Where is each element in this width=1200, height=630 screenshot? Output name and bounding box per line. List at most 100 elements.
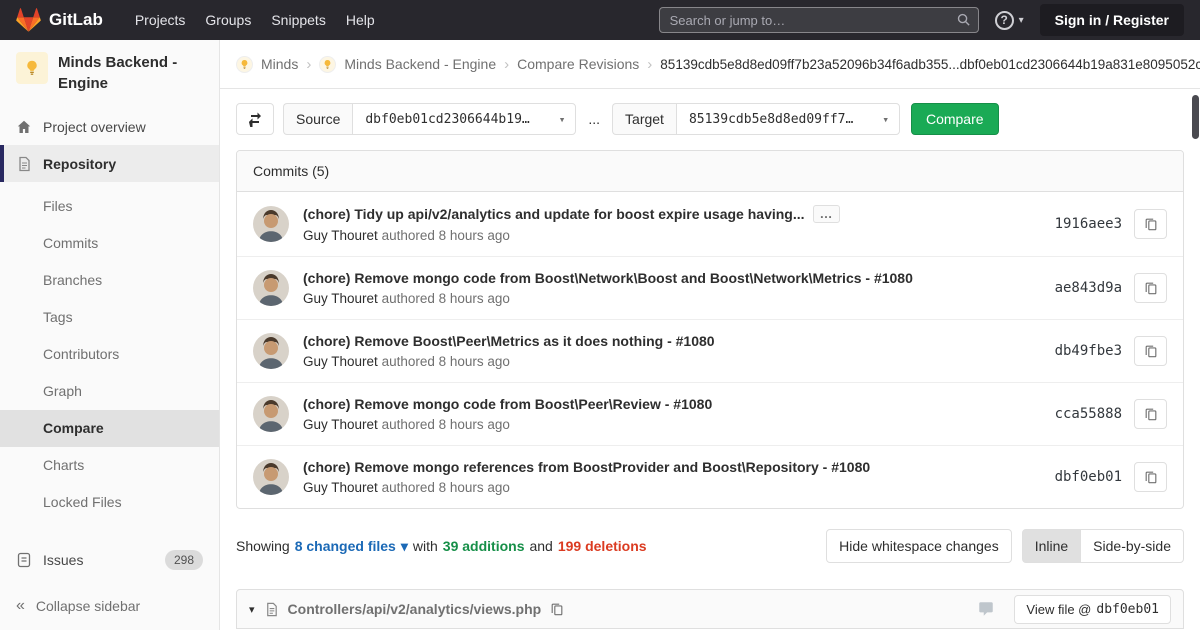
commits-panel: Commits (5) (chore) Tidy up api/v2/analy…: [236, 150, 1184, 509]
commit-row: (chore) Remove mongo code from Boost\Pee…: [237, 383, 1183, 446]
commit-title-link[interactable]: (chore) Remove mongo code from Boost\Net…: [303, 270, 913, 286]
file-path-link[interactable]: Controllers/api/v2/analytics/views.php: [288, 601, 542, 617]
collapse-sidebar-button[interactable]: « Collapse sidebar: [0, 582, 219, 630]
copy-sha-button[interactable]: [1134, 273, 1167, 303]
avatar[interactable]: [253, 206, 289, 242]
view-file-sha: dbf0eb01: [1096, 602, 1159, 617]
view-file-button[interactable]: View file @ dbf0eb01: [1014, 595, 1171, 624]
chevron-down-icon: ▾: [1019, 15, 1024, 26]
sidebar-item-files[interactable]: Files: [0, 188, 219, 225]
scrollbar-thumb[interactable]: [1192, 95, 1199, 139]
sidebar-item-contributors[interactable]: Contributors: [0, 336, 219, 373]
side-by-side-view-button[interactable]: Side-by-side: [1080, 529, 1184, 563]
project-sidebar: Minds Backend - Engine Project overview …: [0, 40, 220, 630]
collapse-diff-caret-icon[interactable]: ▾: [249, 603, 255, 616]
compare-button[interactable]: Compare: [911, 103, 999, 135]
source-value: dbf0eb01cd2306644b19…: [365, 112, 529, 127]
commit-expand-button[interactable]: …: [813, 205, 840, 223]
breadcrumb-compare-link[interactable]: Compare Revisions: [517, 56, 639, 72]
commit-title-link[interactable]: (chore) Remove Boost\Peer\Metrics as it …: [303, 333, 715, 349]
toggle-comments-button[interactable]: [977, 600, 995, 618]
changed-files-dropdown[interactable]: 8 changed files ▾: [295, 538, 408, 555]
sidebar-item-repository[interactable]: Repository: [0, 145, 219, 182]
view-file-label: View file @: [1026, 602, 1091, 617]
commit-title-link[interactable]: (chore) Remove mongo code from Boost\Pee…: [303, 396, 712, 412]
breadcrumb: Minds › Minds Backend - Engine › Compare…: [220, 40, 1200, 89]
copy-file-path-button[interactable]: [550, 602, 564, 616]
target-field-group: Target 85139cdb5e8d8ed09ff7… ▾: [612, 103, 900, 135]
compare-form: Source dbf0eb01cd2306644b19… ▾ ... Targe…: [236, 103, 1184, 135]
breadcrumb-group-link[interactable]: Minds: [261, 56, 298, 72]
target-dropdown[interactable]: 85139cdb5e8d8ed09ff7… ▾: [676, 103, 900, 135]
search-input[interactable]: [659, 7, 979, 33]
global-search: [659, 7, 979, 33]
breadcrumb-separator-icon: ›: [504, 56, 509, 73]
commit-row: (chore) Remove Boost\Peer\Metrics as it …: [237, 320, 1183, 383]
breadcrumb-project-link[interactable]: Minds Backend - Engine: [344, 56, 496, 72]
copy-sha-button[interactable]: [1134, 209, 1167, 239]
copy-icon: [1144, 217, 1158, 231]
source-dropdown[interactable]: dbf0eb01cd2306644b19… ▾: [352, 103, 576, 135]
sidebar-item-tags[interactable]: Tags: [0, 299, 219, 336]
gitlab-home-link[interactable]: GitLab: [16, 8, 103, 33]
sidebar-item-graph[interactable]: Graph: [0, 373, 219, 410]
commit-meta: Guy Thouret authored 8 hours ago: [303, 417, 1039, 432]
copy-sha-button[interactable]: [1134, 462, 1167, 492]
commit-meta-text: authored 8 hours ago: [382, 291, 510, 306]
nav-link-help[interactable]: Help: [336, 0, 385, 40]
nav-link-projects[interactable]: Projects: [125, 0, 196, 40]
commit-sha-link[interactable]: db49fbe3: [1055, 343, 1122, 359]
commit-author-link[interactable]: Guy Thouret: [303, 291, 378, 306]
sidebar-item-branches[interactable]: Branches: [0, 262, 219, 299]
sidebar-item-compare[interactable]: Compare: [0, 410, 219, 447]
issues-count-badge: 298: [165, 550, 203, 570]
diff-mode-toggle: Inline Side-by-side: [1022, 529, 1184, 563]
comment-icon: [977, 600, 995, 618]
collapse-label: Collapse sidebar: [36, 598, 140, 614]
chevron-down-icon: ▾: [882, 113, 889, 126]
avatar[interactable]: [253, 459, 289, 495]
hide-whitespace-button[interactable]: Hide whitespace changes: [826, 529, 1012, 563]
commit-sha-link[interactable]: ae843d9a: [1055, 280, 1122, 296]
breadcrumb-separator-icon: ›: [306, 56, 311, 73]
deletions-count: 199 deletions: [558, 538, 647, 554]
commit-sha-link[interactable]: 1916aee3: [1055, 216, 1122, 232]
home-icon: [16, 119, 32, 135]
sidebar-item-project-overview[interactable]: Project overview: [0, 108, 219, 145]
avatar[interactable]: [253, 270, 289, 306]
sidebar-item-commits[interactable]: Commits: [0, 225, 219, 262]
commit-author-link[interactable]: Guy Thouret: [303, 354, 378, 369]
avatar[interactable]: [253, 333, 289, 369]
commit-meta: Guy Thouret authored 8 hours ago: [303, 291, 1039, 306]
copy-icon: [1144, 407, 1158, 421]
copy-icon: [1144, 344, 1158, 358]
sidebar-item-locked-files[interactable]: Locked Files: [0, 484, 219, 521]
sidebar-project-link[interactable]: Minds Backend - Engine: [0, 40, 219, 100]
copy-sha-button[interactable]: [1134, 336, 1167, 366]
commit-sha-link[interactable]: cca55888: [1055, 406, 1122, 422]
commit-meta: Guy Thouret authored 8 hours ago: [303, 480, 1039, 495]
sidebar-item-issues[interactable]: Issues 298: [0, 541, 219, 579]
help-menu[interactable]: ? ▾: [995, 11, 1024, 30]
breadcrumb-separator-icon: ›: [647, 56, 652, 73]
commit-title-link[interactable]: (chore) Remove mongo references from Boo…: [303, 459, 870, 475]
commit-author-link[interactable]: Guy Thouret: [303, 480, 378, 495]
nav-link-snippets[interactable]: Snippets: [261, 0, 335, 40]
issues-icon: [16, 552, 32, 568]
sidebar-item-label: Repository: [43, 156, 116, 172]
sidebar-nav: Project overview Repository Files Commit…: [0, 108, 219, 579]
nav-link-groups[interactable]: Groups: [195, 0, 261, 40]
commit-sha-link[interactable]: dbf0eb01: [1055, 469, 1122, 485]
sidebar-item-charts[interactable]: Charts: [0, 447, 219, 484]
commit-title-link[interactable]: (chore) Tidy up api/v2/analytics and upd…: [303, 206, 805, 222]
gitlab-tanuki-icon: [16, 8, 41, 33]
commit-author-link[interactable]: Guy Thouret: [303, 417, 378, 432]
avatar[interactable]: [253, 396, 289, 432]
help-icon: ?: [995, 11, 1014, 30]
commit-author-link[interactable]: Guy Thouret: [303, 228, 378, 243]
source-field-group: Source dbf0eb01cd2306644b19… ▾: [283, 103, 576, 135]
copy-sha-button[interactable]: [1134, 399, 1167, 429]
sign-in-register-button[interactable]: Sign in / Register: [1040, 4, 1184, 36]
inline-view-button[interactable]: Inline: [1022, 529, 1081, 563]
swap-revisions-button[interactable]: [236, 103, 274, 135]
